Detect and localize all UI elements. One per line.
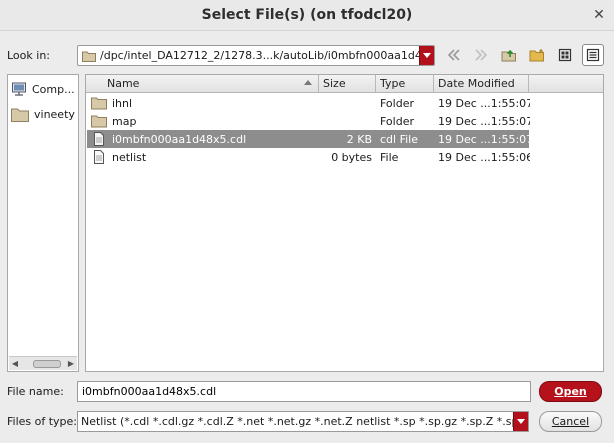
- column-header-label: Type: [380, 77, 406, 90]
- column-header-name[interactable]: Name: [103, 75, 319, 92]
- look-in-label: Look in:: [7, 49, 50, 62]
- column-header-size[interactable]: Size: [319, 75, 376, 92]
- file-date: 19 Dec ...1:55:06: [438, 150, 530, 164]
- file-icon: [94, 150, 104, 164]
- file-row-map[interactable]: map Folder 19 Dec ...1:55:07: [87, 112, 530, 130]
- file-name-input[interactable]: [77, 381, 531, 402]
- detail-view-icon[interactable]: [582, 44, 604, 66]
- forward-icon[interactable]: [470, 44, 492, 66]
- column-header-label: Size: [323, 77, 346, 90]
- close-icon[interactable]: ✕: [590, 6, 608, 24]
- back-icon[interactable]: [443, 44, 465, 66]
- file-date: 19 Dec ...1:55:07: [438, 96, 530, 110]
- column-header-label: Name: [107, 77, 140, 90]
- title-bar: Select File(s) (on tfodcl20) ✕: [0, 0, 614, 31]
- new-folder-icon[interactable]: [526, 44, 548, 66]
- sidebar-item-computer[interactable]: Comp...: [11, 78, 77, 100]
- column-header-label: Date Modified: [438, 77, 515, 90]
- file-type: File: [380, 150, 399, 164]
- file-size: 2 KB: [346, 132, 372, 146]
- file-size: [320, 112, 372, 130]
- open-button[interactable]: Open: [539, 381, 602, 402]
- column-header-type[interactable]: Type: [376, 75, 434, 92]
- file-list: Name Size Type Date Modified ihnl Folder…: [85, 74, 604, 372]
- file-type: cdl File: [380, 132, 418, 146]
- folder-icon: [82, 51, 96, 62]
- file-list-header: Name Size Type Date Modified: [86, 75, 603, 93]
- column-header-date-modified[interactable]: Date Modified: [434, 75, 529, 92]
- file-name: ihnl: [112, 96, 133, 110]
- parent-folder-icon[interactable]: [498, 44, 520, 66]
- sidebar: Comp... vineety ◀ ▶: [7, 74, 79, 372]
- file-type-label: Files of type:: [7, 415, 78, 428]
- folder-icon: [11, 108, 29, 122]
- file-row-ihnl[interactable]: ihnl Folder 19 Dec ...1:55:07: [87, 94, 530, 112]
- sidebar-item-label: vineety: [34, 107, 75, 121]
- window-title: Select File(s) (on tfodcl20): [201, 7, 413, 23]
- file-type-select[interactable]: Netlist (*.cdl *.cdl.gz *.cdl.Z *.net *.…: [77, 411, 529, 432]
- sidebar-item-vineety[interactable]: vineety: [11, 103, 77, 125]
- cancel-button[interactable]: Cancel: [539, 411, 602, 432]
- file-type-dropdown-button[interactable]: [513, 412, 528, 431]
- file-type: Folder: [380, 96, 414, 110]
- sidebar-horizontal-scrollbar[interactable]: ◀ ▶: [9, 356, 77, 370]
- file-size: [320, 94, 372, 112]
- file-name: map: [112, 114, 137, 128]
- computer-icon: [12, 82, 26, 96]
- file-row-netlist[interactable]: netlist 0 bytes File 19 Dec ...1:55:06: [87, 148, 530, 166]
- sidebar-item-label: Comp...: [32, 82, 75, 96]
- file-name-label: File name:: [7, 385, 64, 398]
- file-size: 0 bytes: [331, 150, 372, 164]
- file-name: netlist: [112, 150, 147, 164]
- look-in-combo[interactable]: /dpc/intel_DA12712_2/1278.3...k/autoLib/…: [77, 45, 435, 66]
- look-in-path: /dpc/intel_DA12712_2/1278.3...k/autoLib/…: [100, 49, 419, 62]
- file-type-value: Netlist (*.cdl *.cdl.gz *.cdl.Z *.net *.…: [81, 415, 513, 428]
- look-in-row: Look in: /dpc/intel_DA12712_2/1278.3...k…: [0, 43, 614, 69]
- scroll-track[interactable]: [21, 359, 65, 369]
- file-type: Folder: [380, 114, 414, 128]
- scroll-thumb[interactable]: [33, 359, 61, 368]
- file-icon: [94, 132, 104, 146]
- file-name: i0mbfn000aa1d48x5.cdl: [112, 132, 247, 146]
- sort-ascending-icon: [304, 80, 312, 85]
- scroll-right-icon[interactable]: ▶: [65, 358, 77, 370]
- file-date: 19 Dec ...1:55:07: [438, 114, 530, 128]
- file-row-cdl[interactable]: i0mbfn000aa1d48x5.cdl 2 KB cdl File 19 D…: [87, 130, 530, 148]
- file-date: 19 Dec ...1:55:07: [438, 132, 530, 146]
- folder-icon: [91, 115, 107, 128]
- scroll-left-icon[interactable]: ◀: [9, 358, 21, 370]
- list-view-icon[interactable]: [554, 44, 576, 66]
- folder-icon: [91, 97, 107, 110]
- look-in-dropdown-button[interactable]: [419, 46, 434, 65]
